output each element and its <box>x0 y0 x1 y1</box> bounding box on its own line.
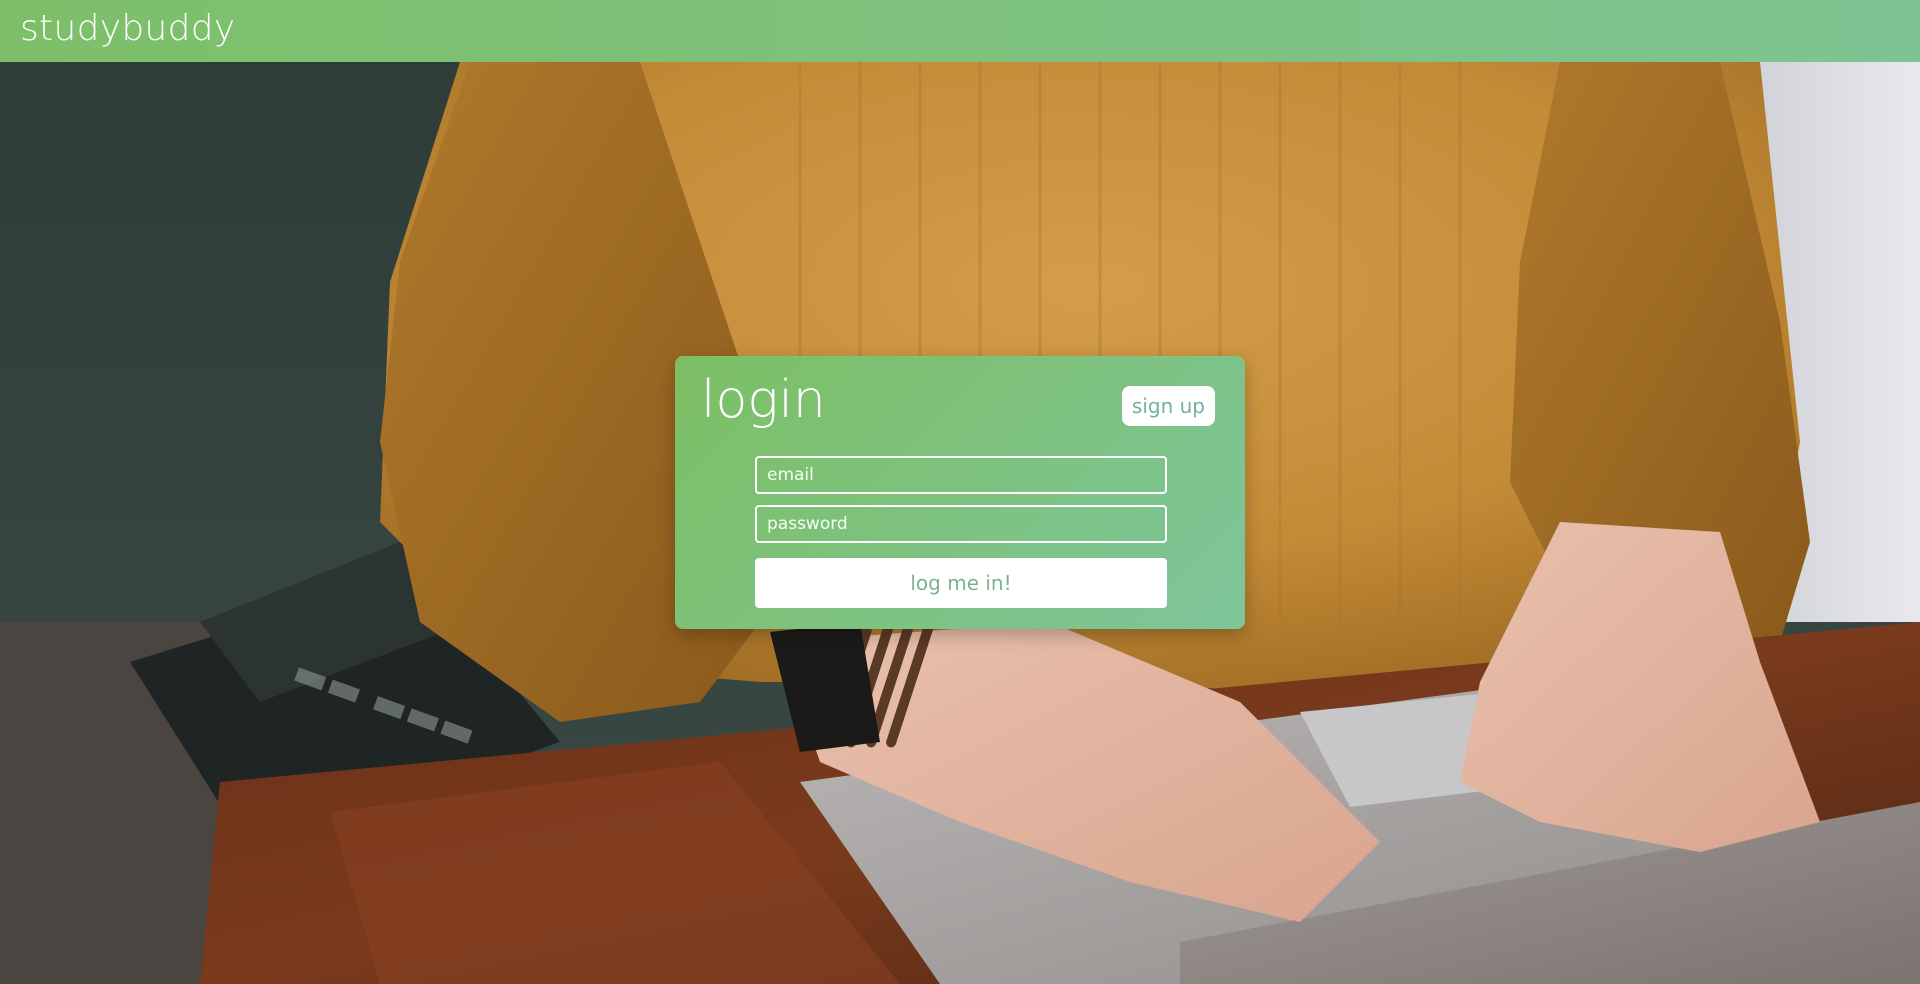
sign-up-button[interactable]: sign up <box>1121 386 1215 426</box>
navbar: studybuddy <box>0 0 1920 62</box>
email-field[interactable] <box>755 456 1167 494</box>
login-title: login <box>701 370 826 430</box>
login-page: studybuddy ▬▬ ▬▬▬ login sign up email lo… <box>0 0 1920 984</box>
brand-logo-text[interactable]: studybuddy <box>20 8 236 49</box>
login-card: login sign up log me in! <box>675 356 1245 629</box>
password-field[interactable] <box>755 505 1167 543</box>
log-in-button[interactable]: log me in! <box>755 558 1167 608</box>
